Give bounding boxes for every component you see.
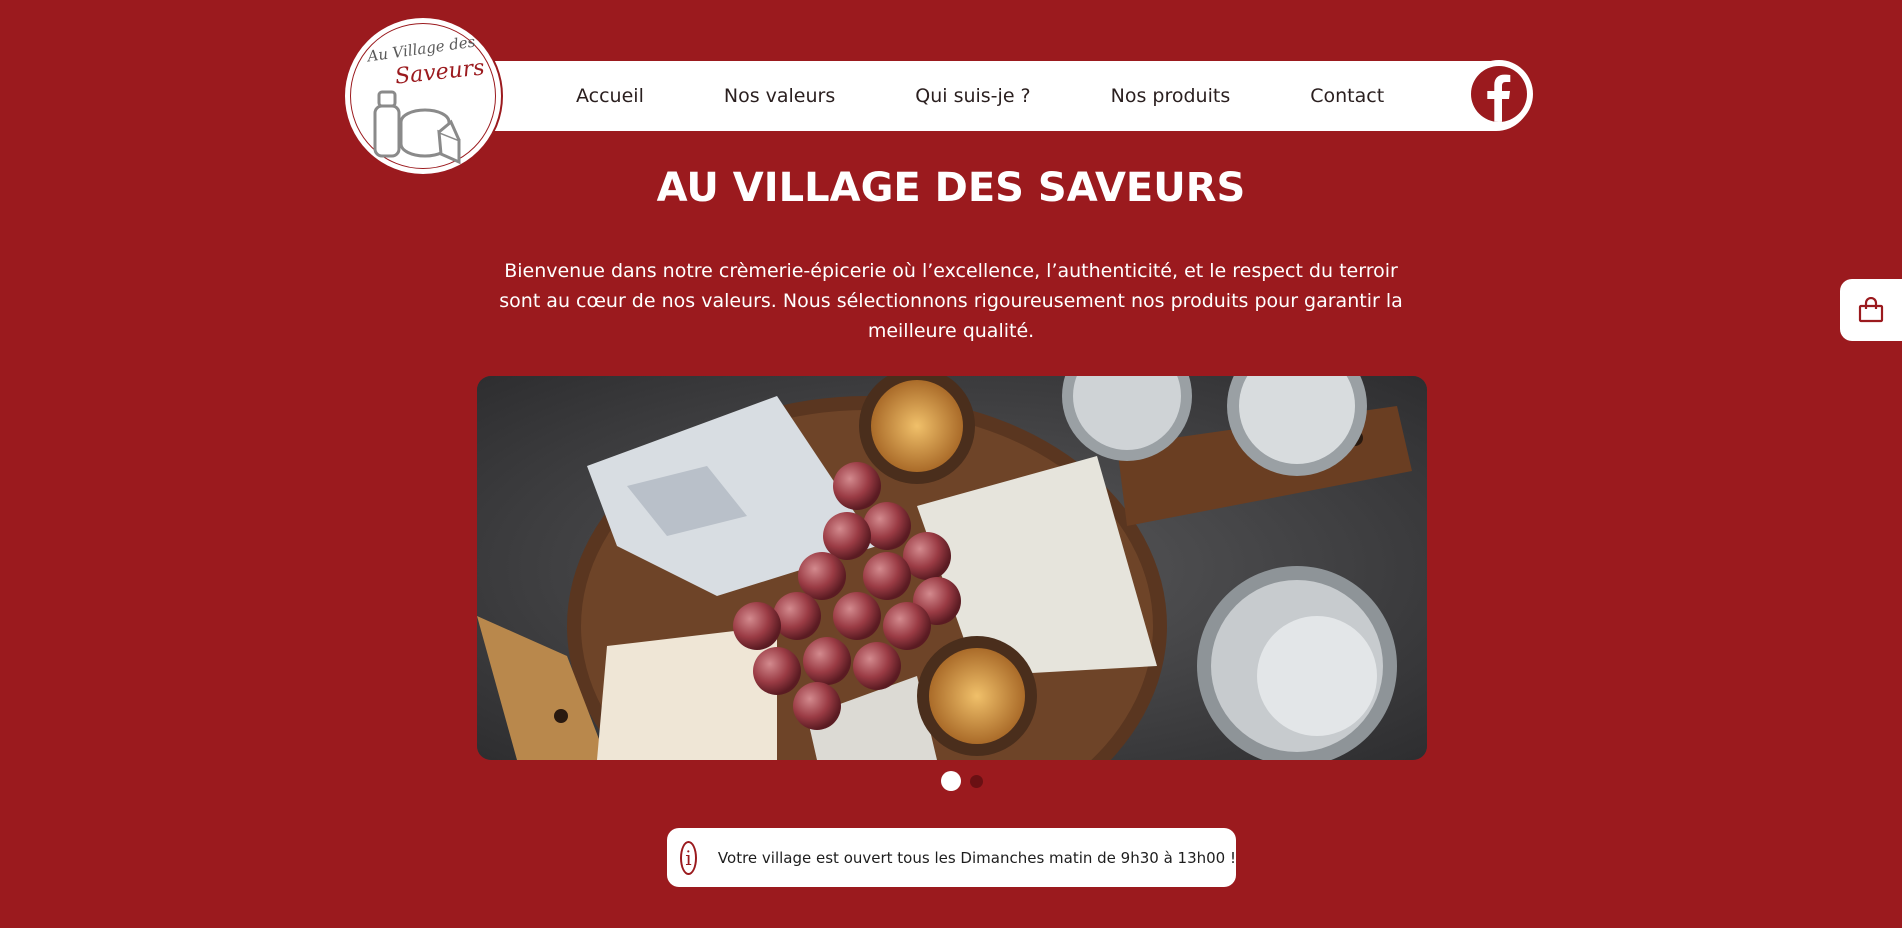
- page-title: AU VILLAGE DES SAVEURS: [656, 165, 1246, 211]
- nav-links: Accueil Nos valeurs Qui suis-je ? Nos pr…: [576, 85, 1384, 107]
- facebook-icon: [1471, 66, 1527, 122]
- nav-item-nos-produits[interactable]: Nos produits: [1111, 85, 1231, 107]
- cart-button[interactable]: [1840, 279, 1902, 341]
- main-navbar: Accueil Nos valeurs Qui suis-je ? Nos pr…: [468, 61, 1531, 131]
- opening-hours-text: Votre village est ouvert tous les Dimanc…: [717, 848, 1236, 867]
- carousel-dot-1[interactable]: [941, 771, 961, 791]
- info-icon: i: [680, 840, 697, 875]
- intro-paragraph: Bienvenue dans notre crèmerie-épicerie o…: [499, 260, 1403, 342]
- nav-item-qui-suis-je[interactable]: Qui suis-je ?: [915, 85, 1030, 107]
- nav-item-accueil[interactable]: Accueil: [576, 85, 644, 107]
- opening-hours-banner: i Votre village est ouvert tous les Dima…: [667, 828, 1236, 887]
- facebook-button[interactable]: [1465, 60, 1533, 128]
- nav-item-nos-valeurs[interactable]: Nos valeurs: [724, 85, 835, 107]
- carousel-dot-2[interactable]: [970, 774, 983, 788]
- carousel-pagination: [941, 771, 983, 791]
- shopping-bag-icon: [1858, 297, 1884, 323]
- nav-item-contact[interactable]: Contact: [1310, 85, 1384, 107]
- site-logo[interactable]: Au Village des Saveurs: [343, 16, 503, 176]
- cheese-board-photo: [477, 376, 1427, 760]
- cheese-milk-illustration: [373, 90, 461, 165]
- image-carousel[interactable]: [477, 376, 1427, 760]
